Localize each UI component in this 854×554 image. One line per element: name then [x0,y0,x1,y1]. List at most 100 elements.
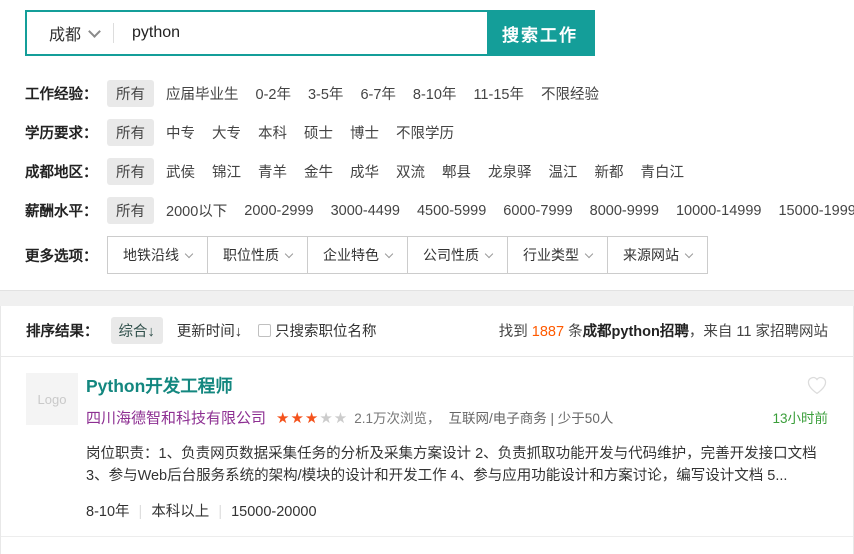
city-selector[interactable]: 成都 [27,12,113,54]
filter-option[interactable]: 硕士 [304,122,333,143]
filter-option[interactable]: 本科 [258,122,287,143]
filter-panel: 工作经验： 所有 应届毕业生 0-2年 3-5年 6-7年 8-10年 11-1… [0,80,854,274]
logo-text: Logo [38,392,67,407]
dropdown-label: 职位性质 [223,245,279,265]
search-section: 成都 搜索工作 [0,0,854,56]
dropdown-company-feature[interactable]: 企业特色 [307,236,408,274]
filter-option[interactable]: 温江 [549,161,578,182]
filter-option[interactable]: 龙泉驿 [488,161,532,182]
search-box: 成都 搜索工作 [25,10,595,56]
filter-option-selected[interactable]: 所有 [107,80,154,107]
company-logo: Logo [26,373,78,425]
filter-option[interactable]: 不限经验 [541,83,599,104]
dropdown-source-site[interactable]: 来源网站 [607,236,708,274]
filter-option[interactable]: 0-2年 [256,83,291,104]
filter-option-selected[interactable]: 所有 [107,158,154,185]
city-label: 成都 [49,21,81,45]
posted-time: 13小时前 [772,407,828,427]
result-keyword: 成都python招聘 [583,324,689,340]
filter-option[interactable]: 应届毕业生 [166,83,239,104]
chevron-down-icon [485,249,493,257]
search-button[interactable]: 搜索工作 [487,12,593,54]
dropdown-label: 企业特色 [323,245,379,265]
job-card: BBD 中级Python工程师 成都数联铭品科技有限公司 ★★★★★ 1.8万次… [1,537,853,554]
filter-option[interactable]: 博士 [350,122,379,143]
filter-option[interactable]: 不限学历 [396,122,454,143]
salary-range: 15000-20000 [209,504,316,520]
filter-option[interactable]: 中专 [166,122,195,143]
dropdown-company-nature[interactable]: 公司性质 [407,236,508,274]
filter-option[interactable]: 3000-4499 [331,203,400,219]
filter-option[interactable]: 15000-19999 [778,203,854,219]
filter-option[interactable]: 6-7年 [360,83,395,104]
chevron-down-icon [685,249,693,257]
sort-label: 排序结果： [26,320,99,341]
search-input[interactable] [114,12,487,54]
checkbox-label: 只搜索职位名称 [275,320,377,341]
company-link[interactable]: 四川海德智和科技有限公司 [86,407,266,428]
section-divider [0,290,854,306]
title-only-checkbox[interactable] [258,324,271,337]
chevron-down-icon [185,249,193,257]
job-card: Logo Python开发工程师 四川海德智和科技有限公司 ★★★★★ 2.1万… [1,357,853,537]
result-unit: 条 [568,324,583,340]
filter-option[interactable]: 6000-7999 [503,203,572,219]
logo-column: Logo [26,373,86,521]
filter-option[interactable]: 锦江 [212,161,241,182]
favorite-heart-icon[interactable] [806,375,828,395]
sort-update-time-button[interactable]: 更新时间↓ [177,320,242,341]
filter-option[interactable]: 8-10年 [413,83,457,104]
job-title-link[interactable]: Python开发工程师 [86,373,233,398]
filter-option-selected[interactable]: 所有 [107,197,154,224]
chevron-down-icon [285,249,293,257]
filter-row-more-options: 更多选项： 地铁沿线 职位性质 企业特色 公司性质 行业类型 [25,236,854,274]
filter-option-selected[interactable]: 所有 [107,119,154,146]
filter-row-experience: 工作经验： 所有 应届毕业生 0-2年 3-5年 6-7年 8-10年 11-1… [25,80,854,107]
rating-stars: ★★★★★ [276,409,348,427]
dropdown-label: 来源网站 [623,245,679,265]
result-count: 1887 [532,324,564,340]
filter-option[interactable]: 大专 [212,122,241,143]
dropdown-industry[interactable]: 行业类型 [507,236,608,274]
industry-size: 互联网/电子商务 | 少于50人 [449,407,614,427]
chevron-down-icon [88,25,101,38]
filter-label: 工作经验： [25,83,107,104]
dropdown-metro[interactable]: 地铁沿线 [107,236,208,274]
filter-label: 薪酬水平： [25,200,107,221]
dropdown-group: 地铁沿线 职位性质 企业特色 公司性质 行业类型 来源网站 [107,236,708,274]
filter-option[interactable]: 2000以下 [166,200,227,221]
filter-label: 学历要求： [25,122,107,143]
filter-option[interactable]: 金牛 [304,161,333,182]
sort-comprehensive-button[interactable]: 综合↓ [111,317,163,344]
dropdown-job-type[interactable]: 职位性质 [207,236,308,274]
job-description: 岗位职责：1、负责网页数据采集任务的分析及采集方案设计 2、负责抓取功能开发与代… [86,443,828,488]
result-prefix: 找到 [499,324,528,340]
filter-option[interactable]: 青羊 [258,161,287,182]
dropdown-label: 地铁沿线 [123,245,179,265]
filter-option[interactable]: 青白江 [641,161,685,182]
filter-option[interactable]: 8000-9999 [590,203,659,219]
filter-option[interactable]: 3-5年 [308,83,343,104]
filter-option[interactable]: 成华 [350,161,379,182]
filter-option[interactable]: 双流 [396,161,425,182]
chevron-down-icon [385,249,393,257]
filter-option[interactable]: 郫县 [442,161,471,182]
filter-option[interactable]: 10000-14999 [676,203,761,219]
dropdown-label: 公司性质 [423,245,479,265]
filter-row-district: 成都地区： 所有 武侯 锦江 青羊 金牛 成华 双流 郫县 龙泉驿 温江 新都 … [25,158,854,185]
sort-bar: 排序结果： 综合↓ 更新时间↓ 只搜索职位名称 找到1887条成都python招… [1,306,853,357]
education-req: 本科以上 [130,504,210,520]
filter-label: 成都地区： [25,161,107,182]
filter-option[interactable]: 11-15年 [473,83,524,104]
filter-option[interactable]: 2000-2999 [244,203,313,219]
view-count: 2.1万次浏览， [354,407,440,427]
results-section: 排序结果： 综合↓ 更新时间↓ 只搜索职位名称 找到1887条成都python招… [0,306,854,554]
filter-option[interactable]: 4500-5999 [417,203,486,219]
filter-option[interactable]: 武侯 [166,161,195,182]
dropdown-label: 行业类型 [523,245,579,265]
experience-req: 8-10年 [86,504,130,520]
filter-row-education: 学历要求： 所有 中专 大专 本科 硕士 博士 不限学历 [25,119,854,146]
filter-option[interactable]: 新都 [595,161,624,182]
job-content: Python开发工程师 四川海德智和科技有限公司 ★★★★★ 2.1万次浏览， … [86,373,828,521]
result-summary: 找到1887条成都python招聘，来自 11 家招聘网站 [499,320,828,341]
